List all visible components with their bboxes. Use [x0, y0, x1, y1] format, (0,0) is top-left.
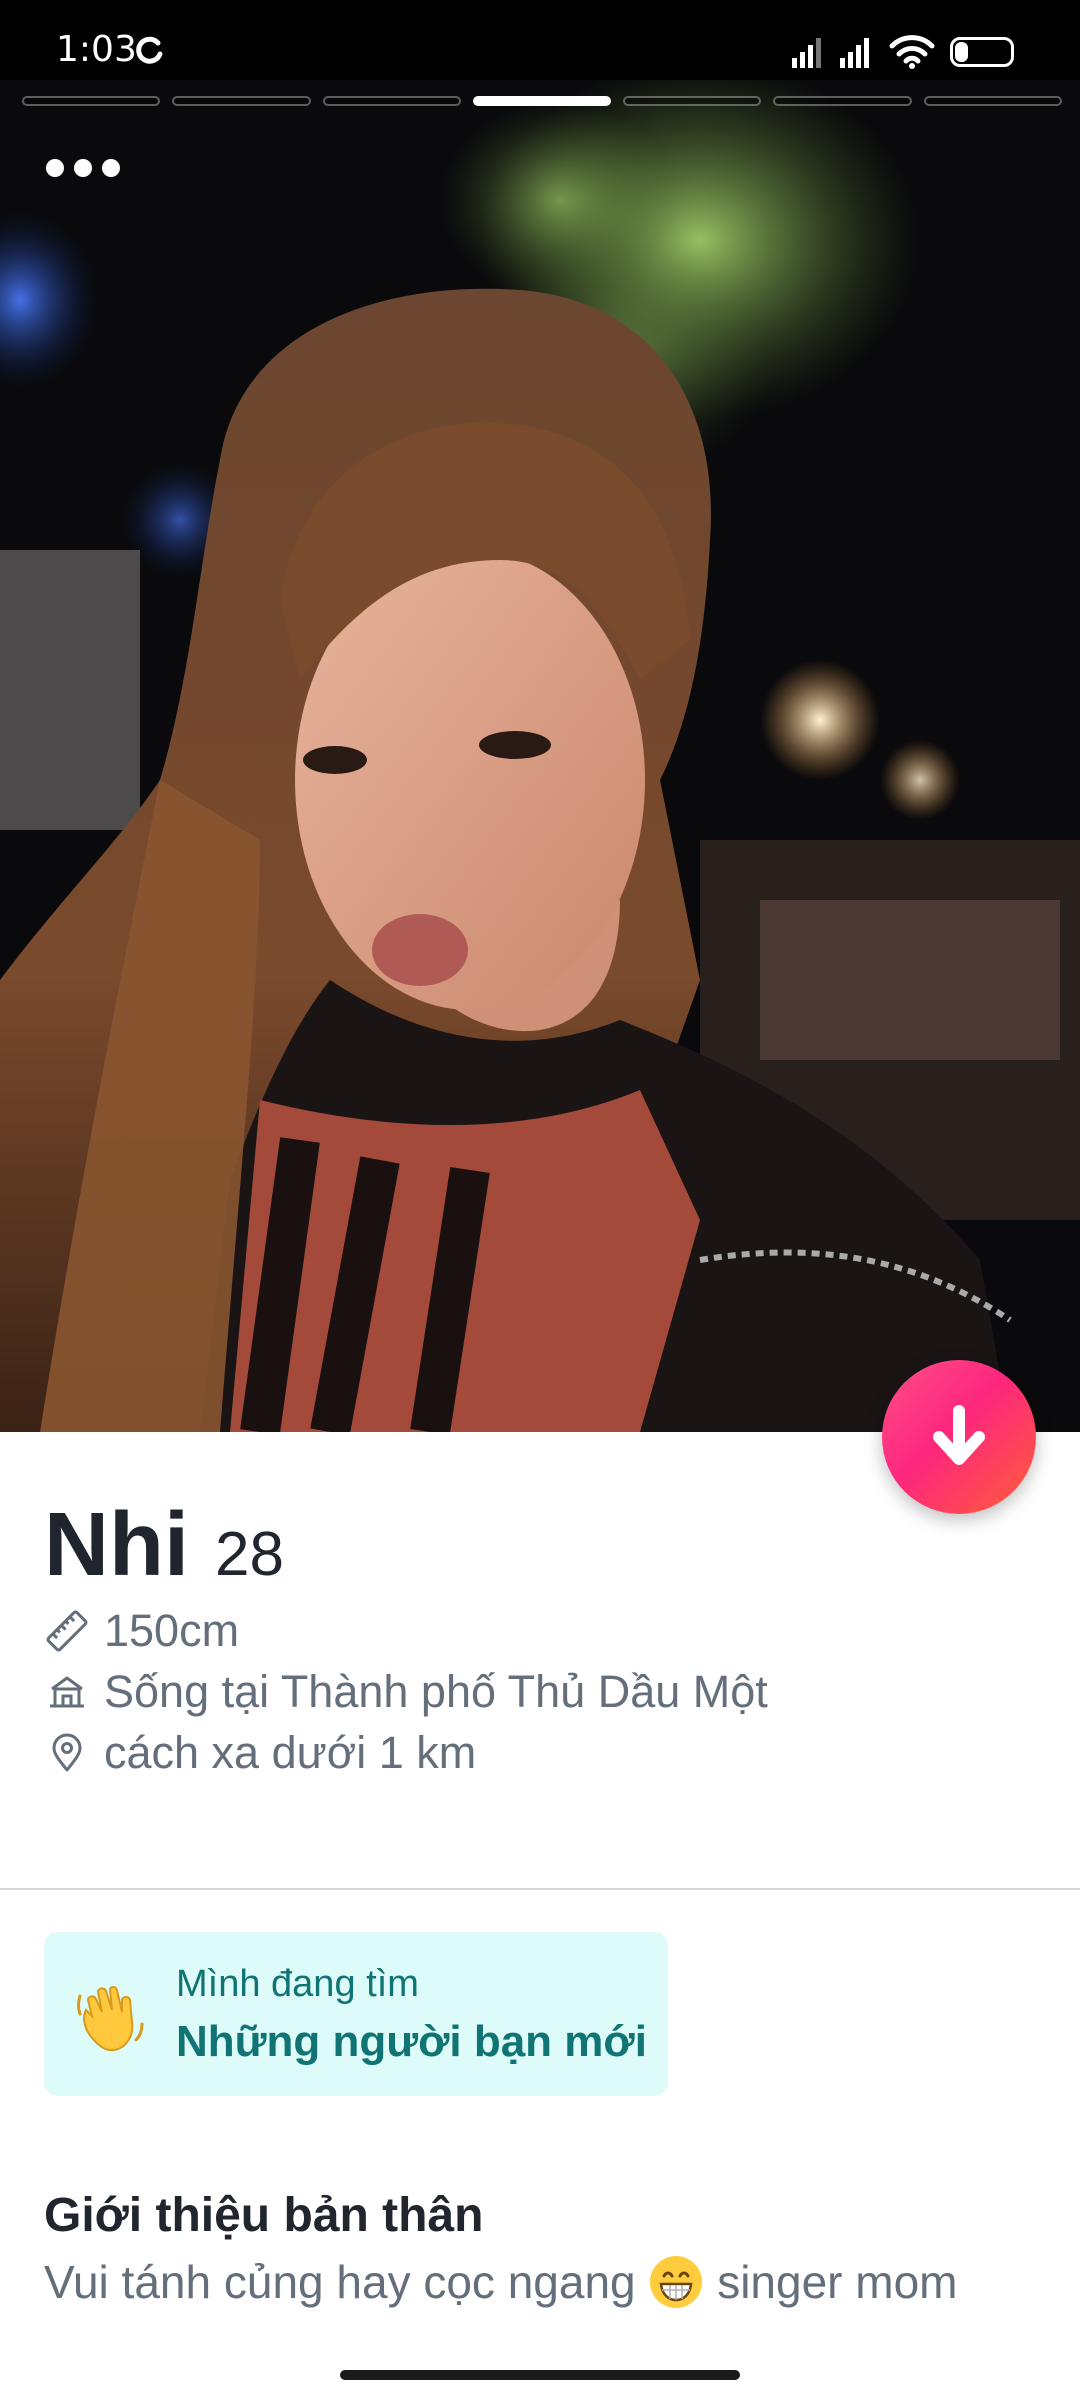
- about-text-part-2: singer mom: [717, 2256, 958, 2308]
- signal-icon: [792, 38, 821, 68]
- lives-in-text: Sống tại Thành phố Thủ Dầu Một: [104, 1666, 768, 1717]
- looking-for-value: Những người bạn mới: [176, 2017, 647, 2066]
- about-text-part-1: Vui tánh củng hay cọc ngang: [44, 2256, 649, 2308]
- sync-icon: [136, 36, 163, 64]
- more-dot-icon: [74, 159, 92, 177]
- height-row: 150cm: [44, 1600, 1004, 1661]
- ruler-icon: [46, 1610, 88, 1651]
- photo-progress-segment[interactable]: [923, 96, 1062, 106]
- profile-photo[interactable]: [0, 80, 1080, 1432]
- photo-progress-segment[interactable]: [773, 96, 912, 106]
- photo-progress-segment[interactable]: [22, 96, 161, 106]
- signal-icon-2: [840, 38, 869, 68]
- name-row: Nhi 28: [44, 1490, 1004, 1600]
- height-text: 150cm: [104, 1605, 240, 1656]
- more-dot-icon: [102, 159, 120, 177]
- wifi-icon: [889, 35, 935, 69]
- battery-icon: 24: [950, 37, 1014, 67]
- about-text: Vui tánh củng hay cọc ngang singer mom: [44, 2252, 957, 2312]
- looking-for-card: Mình đang tìm Những người bạn mới: [44, 1932, 668, 2096]
- profile-age: 28: [214, 1520, 284, 1589]
- waving-hand-icon: [77, 1986, 144, 2052]
- photo-image: [0, 80, 1080, 1432]
- about-title: Giới thiệu bản thân: [44, 2189, 484, 2242]
- battery-level: 24: [968, 40, 996, 64]
- home-icon: [50, 1676, 84, 1707]
- distance-row: cách xa dưới 1 km: [44, 1722, 1004, 1783]
- home-indicator[interactable]: [340, 2370, 740, 2380]
- status-bar: 1:03 24: [0, 0, 1080, 80]
- profile-info: Nhi 28 150cm Sống tại Thành phố Thủ Dầu …: [44, 1490, 1004, 1783]
- photo-progress-segment[interactable]: [472, 96, 612, 106]
- grinning-face-icon: [650, 2256, 703, 2308]
- collapse-profile-button[interactable]: [882, 1360, 1036, 1514]
- looking-for-label: Mình đang tìm: [176, 1963, 419, 2005]
- photo-progress-segment[interactable]: [322, 96, 461, 106]
- location-pin-icon: [52, 1733, 82, 1771]
- photo-progress-segment[interactable]: [623, 96, 762, 106]
- photo-progress-bars: [22, 96, 1062, 110]
- more-options-button[interactable]: [46, 146, 136, 190]
- lives-in-row: Sống tại Thành phố Thủ Dầu Một: [44, 1661, 1004, 1722]
- arrow-down-icon: [933, 1405, 985, 1465]
- status-time: 1:03: [56, 29, 137, 70]
- profile-name: Nhi: [44, 1495, 189, 1595]
- more-dot-icon: [46, 159, 64, 177]
- section-divider: [0, 1888, 1080, 1890]
- photo-progress-segment[interactable]: [172, 96, 311, 106]
- profile-screen: 1:03 24 Nhi 28 150cm Sống tại Thành phố …: [0, 0, 1080, 2400]
- distance-text: cách xa dưới 1 km: [104, 1727, 477, 1778]
